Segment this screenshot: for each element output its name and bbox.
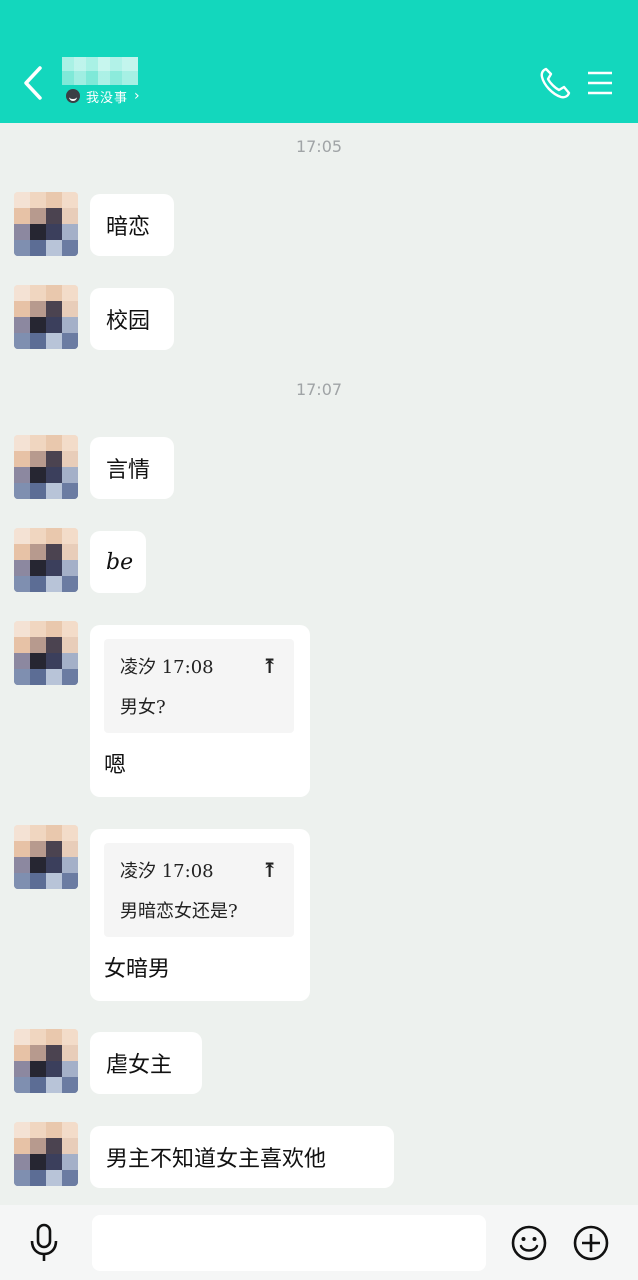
quoted-message[interactable]: 凌汐 17:08 ⤒ 男暗恋女还是? [104,843,294,937]
avatar[interactable] [14,528,78,592]
menu-icon[interactable] [586,69,614,97]
message-text: 暗恋 [106,215,151,240]
quote-meta: 凌汐 17:08 [120,861,214,882]
avatar[interactable] [14,285,78,349]
message-bubble[interactable]: be [90,531,146,593]
chevron-right-icon: › [134,88,140,104]
avatar[interactable] [14,1122,78,1186]
quote-text: 男暗恋女还是? [120,901,238,922]
message-bubble[interactable]: 男主不知道女主喜欢他 [90,1126,394,1188]
message-text: 言情 [106,458,151,483]
avatar[interactable] [14,621,78,685]
message-text: 男主不知道女主喜欢他 [106,1147,327,1172]
plus-icon[interactable] [572,1224,610,1262]
quote-meta: 凌汐 17:08 [120,657,214,678]
time-stamp: 17:05 [295,137,343,156]
microphone-icon[interactable] [26,1223,62,1263]
jump-to-top-icon[interactable]: ⤒ [261,654,278,678]
input-bar [0,1205,638,1280]
message-text: 虐女主 [106,1053,173,1078]
quote-text: 男女? [120,697,166,718]
phone-icon[interactable] [538,66,572,100]
avatar[interactable] [14,435,78,499]
contact-name-blurred[interactable] [62,57,138,85]
message-bubble[interactable]: 暗恋 [90,194,174,256]
avatar[interactable] [14,192,78,256]
contact-status[interactable]: 我没事 › [66,87,140,106]
message-text: 嗯 [104,753,127,778]
reply-message-bubble[interactable]: 凌汐 17:08 ⤒ 男女? 嗯 [90,625,310,797]
message-text: 校园 [106,309,151,334]
reply-message-bubble[interactable]: 凌汐 17:08 ⤒ 男暗恋女还是? 女暗男 [90,829,310,1001]
message-bubble[interactable]: 校园 [90,288,174,350]
message-text: 女暗男 [104,957,171,982]
back-arrow-icon[interactable] [18,64,48,102]
status-face-icon [66,89,80,103]
chat-area[interactable]: 17:05 暗恋 校园 17:07 言情 be 凌汐 17:08 ⤒ 男女? 嗯 [0,123,638,1205]
emoji-icon[interactable] [510,1224,548,1262]
status-text: 我没事 [86,90,129,106]
message-bubble[interactable]: 虐女主 [90,1032,202,1094]
message-input[interactable] [92,1215,486,1271]
jump-to-top-icon[interactable]: ⤒ [261,858,278,882]
quoted-message[interactable]: 凌汐 17:08 ⤒ 男女? [104,639,294,733]
avatar[interactable] [14,825,78,889]
message-text: be [106,549,134,575]
chat-header: 我没事 › [0,0,638,123]
avatar[interactable] [14,1029,78,1093]
time-stamp: 17:07 [295,380,343,399]
message-bubble[interactable]: 言情 [90,437,174,499]
